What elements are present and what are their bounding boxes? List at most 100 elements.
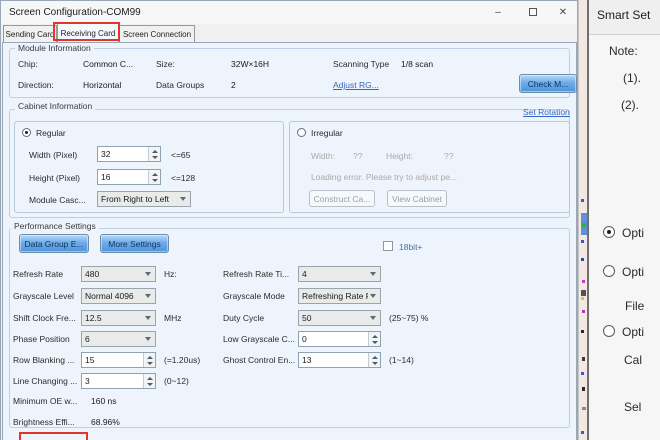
- width-pixel-value: 32: [98, 147, 148, 161]
- scanning-type-value: 1/8 scan: [401, 59, 433, 69]
- grayscale-level-label: Grayscale Level: [13, 291, 74, 301]
- width-hint: <=65: [171, 150, 190, 160]
- minimum-oe-label: Minimum OE w...: [13, 396, 77, 406]
- stepper-arrows-icon[interactable]: [148, 170, 160, 184]
- refresh-rate-select[interactable]: 480: [81, 266, 156, 282]
- direction-value: Horizontal: [83, 80, 121, 90]
- option-2-radio[interactable]: [603, 265, 615, 277]
- window-artifact: [582, 223, 586, 227]
- grayscale-mode-select[interactable]: Refreshing Rate Pri: [298, 288, 381, 304]
- chip-label: Chip:: [18, 59, 38, 69]
- performance-settings-title: Performance Settings: [11, 221, 99, 231]
- chevron-down-icon: [145, 294, 151, 298]
- window-artifact: [582, 407, 586, 410]
- height-pixel-stepper[interactable]: 16: [97, 169, 161, 185]
- file-label: File: [625, 299, 644, 313]
- chevron-down-icon: [370, 294, 376, 298]
- grayscale-mode-value: Refreshing Rate Pri: [299, 291, 368, 301]
- chip-value: Common C...: [83, 59, 133, 69]
- irregular-radio[interactable]: [297, 128, 306, 137]
- size-label: Size:: [156, 59, 175, 69]
- window-artifact: [581, 240, 584, 243]
- screenshot-root: Screen Configuration-COM99 – ✕ Sending C…: [0, 0, 660, 440]
- window-artifact: [582, 357, 585, 361]
- note-item-2: (2).: [621, 98, 639, 112]
- minimum-oe-value: 160 ns: [91, 396, 117, 406]
- line-changing-hint: (0~12): [164, 376, 189, 386]
- note-label: Note:: [609, 44, 638, 58]
- stepper-arrows-icon[interactable]: [143, 353, 155, 367]
- regular-radio[interactable]: [22, 128, 31, 137]
- check-module-button[interactable]: Check M...: [519, 74, 577, 93]
- tab-screen-connection[interactable]: Screen Connection: [119, 25, 195, 42]
- duty-cycle-hint: (25~75) %: [389, 313, 428, 323]
- shift-clock-value: 12.5: [82, 313, 143, 323]
- refresh-rate-times-select[interactable]: 4: [298, 266, 381, 282]
- ghost-control-label: Ghost Control En...: [223, 355, 295, 365]
- option-3-radio[interactable]: [603, 325, 615, 337]
- stepper-arrows-icon[interactable]: [368, 353, 380, 367]
- window-artifact: [581, 431, 584, 434]
- annotation-bottom-button: [19, 432, 88, 440]
- minimize-icon: –: [495, 7, 501, 18]
- title-bar: Screen Configuration-COM99 – ✕: [1, 1, 577, 24]
- set-rotation-link[interactable]: Set Rotation: [523, 107, 570, 117]
- 18bit-checkbox[interactable]: [383, 241, 393, 251]
- brightness-efficiency-label: Brightness Effi...: [13, 417, 75, 427]
- minimize-button[interactable]: –: [483, 1, 513, 23]
- duty-cycle-select[interactable]: 50: [298, 310, 381, 326]
- close-button[interactable]: ✕: [548, 1, 578, 23]
- maximize-button[interactable]: [518, 1, 548, 23]
- grayscale-level-select[interactable]: Normal 4096: [81, 288, 156, 304]
- shift-clock-select[interactable]: 12.5: [81, 310, 156, 326]
- tab-label: Screen Connection: [123, 30, 191, 39]
- direction-label: Direction:: [18, 80, 54, 90]
- grayscale-level-value: Normal 4096: [82, 291, 143, 301]
- stepper-arrows-icon[interactable]: [143, 374, 155, 388]
- phase-position-select[interactable]: 6: [81, 331, 156, 347]
- refresh-rate-label: Refresh Rate: [13, 269, 63, 279]
- row-blanking-hint: (=1.20us): [164, 355, 200, 365]
- more-settings-button[interactable]: More Settings: [100, 234, 169, 253]
- cabinet-information-title: Cabinet Information: [15, 101, 95, 111]
- background-window-sliver: [578, 0, 587, 440]
- construct-cabinet-button[interactable]: Construct Ca...: [309, 190, 375, 207]
- chevron-down-icon: [370, 316, 376, 320]
- tab-sending-card[interactable]: Sending Card: [3, 25, 57, 42]
- stepper-arrows-icon[interactable]: [148, 147, 160, 161]
- note-item-1: (1).: [623, 71, 641, 85]
- width-pixel-stepper[interactable]: 32: [97, 146, 161, 162]
- module-cascade-select[interactable]: From Right to Left: [97, 191, 191, 207]
- width-pixel-label: Width (Pixel): [29, 150, 77, 160]
- ghost-control-stepper[interactable]: 13: [298, 352, 381, 368]
- window-artifact: [581, 258, 584, 261]
- window-artifact: [581, 297, 584, 300]
- stepper-arrows-icon[interactable]: [368, 332, 380, 346]
- height-pixel-value: 16: [98, 170, 148, 184]
- height-pixel-label: Height (Pixel): [29, 173, 80, 183]
- data-group-exchange-button[interactable]: Data Group E...: [19, 234, 89, 253]
- data-groups-value: 2: [231, 80, 236, 90]
- irregular-radio-label: Irregular: [311, 128, 343, 138]
- irregular-height-label: Height:: [386, 151, 413, 161]
- module-information-group: [9, 48, 570, 98]
- ghost-control-hint: (1~14): [389, 355, 414, 365]
- module-cascade-label: Module Casc...: [29, 195, 86, 205]
- chevron-down-icon: [145, 337, 151, 341]
- regular-radio-label: Regular: [36, 128, 66, 138]
- line-changing-stepper[interactable]: 3: [81, 373, 156, 389]
- adjust-rg-link[interactable]: Adjust RG...: [333, 80, 379, 90]
- view-cabinet-button[interactable]: View Cabinet: [387, 190, 447, 207]
- screen-configuration-dialog: Screen Configuration-COM99 – ✕ Sending C…: [0, 0, 578, 440]
- window-artifact: [581, 372, 584, 375]
- cal-label: Cal: [624, 353, 642, 367]
- low-grayscale-stepper[interactable]: 0: [298, 331, 381, 347]
- phase-position-label: Phase Position: [13, 334, 70, 344]
- option-1-radio[interactable]: [603, 226, 615, 238]
- refresh-rate-unit: Hz:: [164, 269, 177, 279]
- window-artifact: [582, 387, 585, 391]
- chevron-down-icon: [145, 272, 151, 276]
- sel-label: Sel: [624, 400, 641, 414]
- annotation-receiving-card-tab: [53, 22, 120, 41]
- row-blanking-stepper[interactable]: 15: [81, 352, 156, 368]
